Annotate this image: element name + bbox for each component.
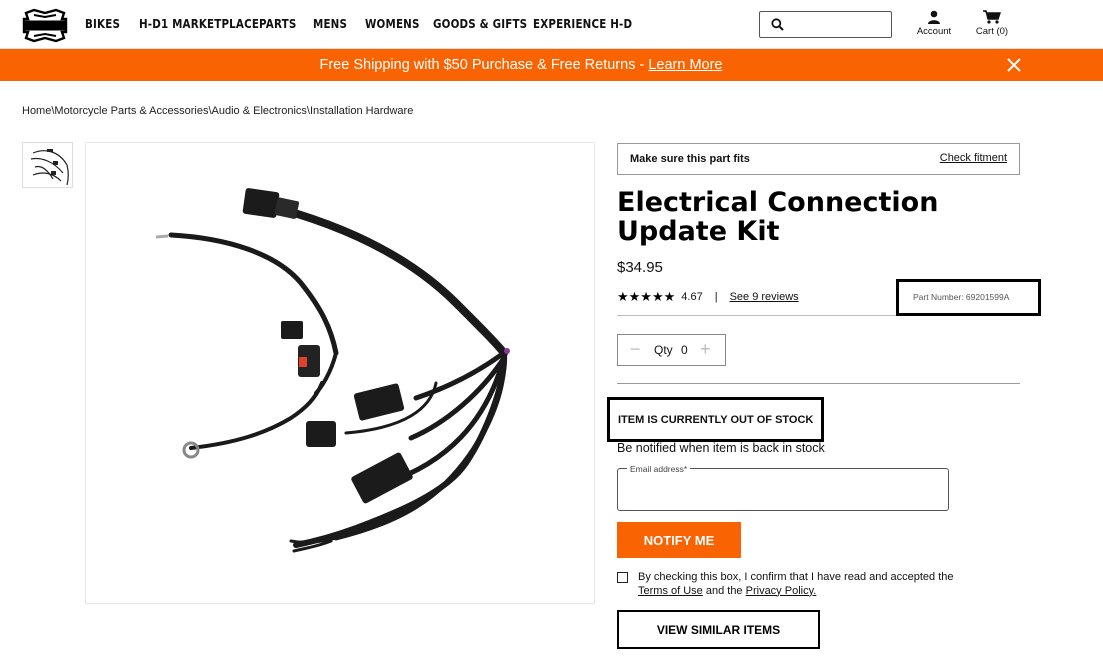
consent-middle: and the	[702, 584, 746, 597]
close-icon[interactable]	[1006, 57, 1022, 73]
breadcrumb-motorcycle-parts[interactable]: Motorcycle Parts & Accessories	[54, 105, 208, 117]
quantity-stepper: − Qty 0 +	[617, 334, 726, 366]
site-header: BIKES H-D1 MARKETPLACE PARTS MENS WOMENS…	[0, 0, 1103, 49]
rating-stars-icon: ★★★★★	[617, 289, 676, 304]
product-title: Electrical Connection Update Kit	[617, 187, 939, 247]
breadcrumb-home[interactable]: Home	[22, 105, 51, 117]
email-label: Email address*	[627, 464, 691, 474]
rating-value: 4.67	[681, 291, 703, 303]
stock-status: ITEM IS CURRENTLY OUT OF STOCK	[618, 414, 814, 426]
nav-womens[interactable]: WOMENS	[365, 17, 419, 31]
nav-experience-hd[interactable]: EXPERIENCE H-D	[533, 17, 632, 31]
breadcrumb-audio-electronics[interactable]: Audio & Electronics	[212, 105, 307, 117]
qty-value[interactable]: 0	[681, 343, 688, 357]
account-icon	[928, 10, 940, 24]
search-icon	[771, 18, 784, 31]
email-input[interactable]	[628, 481, 938, 503]
breadcrumb-installation-hardware[interactable]: Installation Hardware	[310, 105, 413, 117]
account-label: Account	[916, 26, 952, 37]
qty-decrease-button[interactable]: −	[630, 339, 641, 360]
breadcrumb: Home\Motorcycle Parts & Accessories\Audi…	[22, 105, 413, 117]
cart-link[interactable]: Cart (0)	[972, 10, 1012, 37]
product-thumbnail[interactable]	[22, 142, 73, 188]
cart-icon	[983, 10, 1001, 24]
view-similar-items-button[interactable]: VIEW SIMILAR ITEMS	[617, 610, 820, 649]
promo-banner: Free Shipping with $50 Purchase & Free R…	[0, 49, 1103, 81]
consent-prefix: By checking this box, I confirm that I h…	[638, 571, 954, 583]
part-number: Part Number: 69201599A	[913, 292, 1010, 302]
promo-text: Free Shipping with $50 Purchase & Free R…	[0, 57, 1042, 73]
account-link[interactable]: Account	[913, 10, 955, 37]
rating-separator: |	[714, 291, 718, 303]
consent-text: By checking this box, I confirm that I h…	[638, 571, 958, 598]
search-input[interactable]	[792, 14, 888, 35]
promo-message: Free Shipping with $50 Purchase & Free R…	[319, 57, 649, 73]
fitment-check-box: Make sure this part fits Check fitment	[617, 143, 1020, 175]
part-number-box: Part Number: 69201599A	[896, 279, 1041, 316]
see-reviews-link[interactable]: See 9 reviews	[730, 291, 799, 303]
notify-me-button[interactable]: NOTIFY ME	[617, 522, 741, 558]
nav-parts[interactable]: PARTS	[259, 17, 296, 31]
divider	[617, 315, 896, 316]
search-box[interactable]	[759, 11, 892, 38]
notify-prompt: Be notified when item is back in stock	[617, 441, 825, 455]
main-nav: BIKES H-D1 MARKETPLACE PARTS MENS WOMENS…	[85, 0, 672, 47]
nav-h-d1-marketplace[interactable]: H-D1 MARKETPLACE	[139, 17, 259, 31]
nav-bikes[interactable]: BIKES	[85, 17, 120, 31]
nav-mens[interactable]: MENS	[313, 17, 347, 31]
product-image[interactable]	[85, 142, 595, 604]
qty-increase-button[interactable]: +	[700, 339, 711, 360]
fitment-label: Make sure this part fits	[630, 153, 750, 165]
divider	[617, 383, 1020, 384]
privacy-policy-link[interactable]: Privacy Policy.	[746, 585, 817, 597]
product-price: $34.95	[617, 259, 663, 276]
consent-checkbox[interactable]	[617, 572, 628, 583]
cart-label: Cart (0)	[975, 26, 1009, 37]
terms-of-use-link[interactable]: Terms of Use	[638, 585, 703, 597]
nav-goods-gifts[interactable]: GOODS & GIFTS	[433, 17, 527, 31]
learn-more-link[interactable]: Learn More	[648, 57, 722, 73]
harley-davidson-logo-icon[interactable]	[22, 7, 68, 44]
email-field[interactable]: Email address*	[617, 464, 949, 511]
out-of-stock-box: ITEM IS CURRENTLY OUT OF STOCK	[607, 397, 824, 442]
qty-label: Qty	[654, 343, 673, 357]
rating-row: ★★★★★ 4.67 | See 9 reviews	[617, 289, 799, 305]
check-fitment-link[interactable]: Check fitment	[940, 152, 1007, 164]
